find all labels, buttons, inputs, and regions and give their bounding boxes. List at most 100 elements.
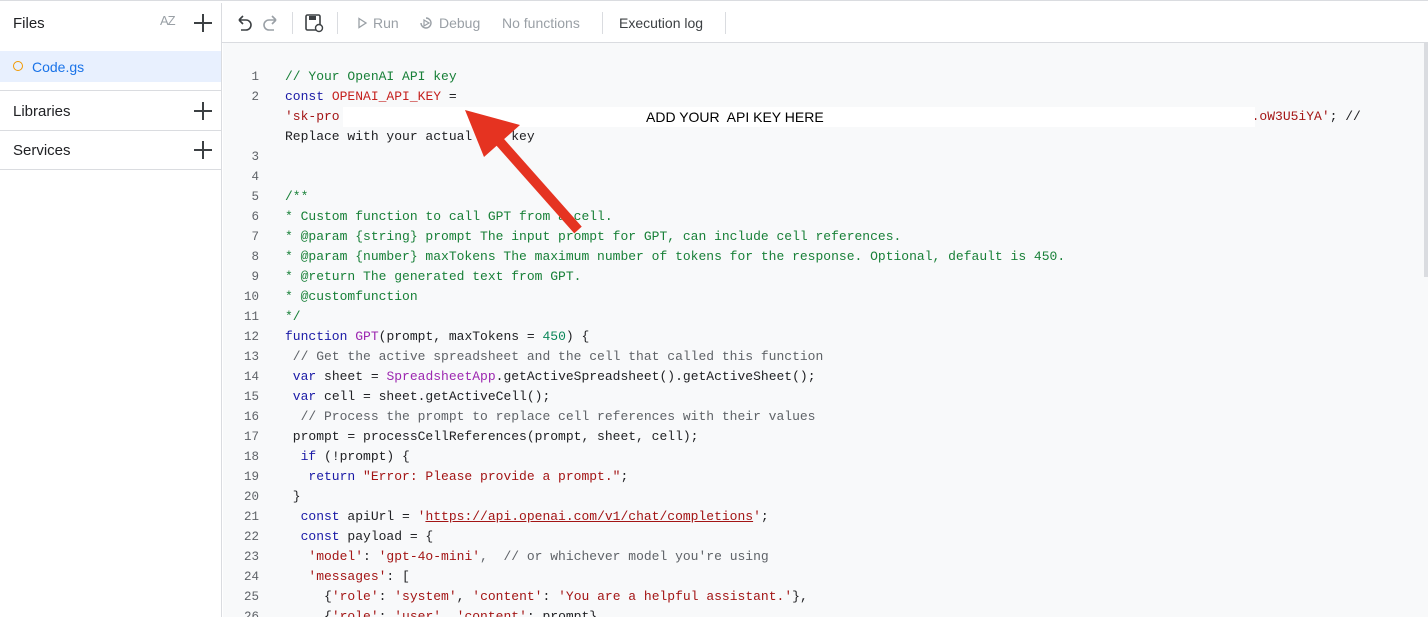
- code-text: 'messages': [: [285, 569, 410, 584]
- services-header: Services: [0, 130, 221, 170]
- sidebar: Files AZ Code.gs Libraries Services: [0, 3, 222, 617]
- files-header: Files AZ: [0, 3, 221, 43]
- code-text: * @param {string} prompt The input promp…: [285, 229, 902, 244]
- code-text: function GPT(prompt, maxTokens = 450) {: [285, 329, 590, 344]
- debug-icon: [420, 16, 432, 29]
- code-editor[interactable]: 1 // Your OpenAI API key 2 const OPENAI_AP…: [223, 43, 1428, 617]
- code-line: 11 */: [223, 307, 1423, 327]
- line-number: 18: [243, 450, 259, 464]
- save-icon[interactable]: [304, 13, 324, 33]
- debug-label: Debug: [439, 14, 481, 31]
- line-number: 17: [243, 430, 259, 444]
- code-line: 13 // Get the active spreadsheet and the…: [223, 347, 1423, 367]
- code-text: const apiUrl = 'https://api.openai.com/v…: [285, 509, 769, 524]
- editor-scrollbar[interactable]: [1424, 43, 1428, 277]
- line-number: 23: [243, 550, 259, 564]
- code-line: 9 * @return The generated text from GPT.: [223, 267, 1423, 287]
- line-number: 2: [251, 90, 259, 104]
- run-label: Run: [373, 14, 399, 31]
- code-text: Replace with your actual API key: [285, 129, 535, 144]
- files-title: Files: [13, 14, 45, 32]
- run-button[interactable]: Run: [356, 3, 399, 42]
- code-line: 23 'model': 'gpt-4o-mini', // or whichev…: [223, 547, 1423, 567]
- code-lines: 1 // Your OpenAI API key 2 const OPENAI_AP…: [223, 67, 1423, 617]
- code-text: const payload = {: [285, 529, 434, 544]
- line-number: 6: [251, 210, 259, 224]
- toolbar-separator: [725, 12, 726, 34]
- line-number: 13: [243, 350, 259, 364]
- add-service-icon[interactable]: [194, 141, 212, 159]
- code-line: 1 // Your OpenAI API key: [223, 67, 1423, 87]
- line-number: 14: [243, 370, 259, 384]
- file-status-icon: [13, 61, 23, 71]
- line-number: 4: [251, 170, 259, 184]
- api-key-mask: ADD YOUR API KEY HERE: [343, 107, 1255, 127]
- code-line: 6 * Custom function to call GPT from a ce…: [223, 207, 1423, 227]
- function-select[interactable]: No functions: [502, 3, 580, 42]
- code-text: 'model': 'gpt-4o-mini', // or whichever …: [285, 549, 769, 564]
- code-text: return "Error: Please provide a prompt."…: [285, 469, 629, 484]
- execution-log-button[interactable]: Execution log: [619, 3, 703, 42]
- line-number: 10: [243, 290, 259, 304]
- debug-button[interactable]: Debug: [418, 3, 480, 42]
- code-line: 7 * @param {string} prompt The input prom…: [223, 227, 1423, 247]
- toolbar-separator: [292, 12, 293, 34]
- add-file-icon[interactable]: [194, 14, 212, 32]
- sidebar-divider: [0, 169, 221, 170]
- code-text: */: [285, 309, 301, 324]
- code-text: const OPENAI_API_KEY =: [285, 89, 457, 104]
- code-line: 8 * @param {number} maxTokens The maximum…: [223, 247, 1423, 267]
- undo-icon[interactable]: [235, 14, 253, 32]
- file-item-code-gs[interactable]: Code.gs: [0, 51, 221, 82]
- line-number: 8: [251, 250, 259, 264]
- code-line: 17 prompt = processCellReferences(prompt…: [223, 427, 1423, 447]
- toolbar-separator: [602, 12, 603, 34]
- sort-az-icon[interactable]: AZ: [160, 13, 182, 33]
- editor-toolbar: Run Debug No functions Execution log: [222, 3, 1428, 43]
- code-line: 5 /**: [223, 187, 1423, 207]
- code-line: 14 var sheet = SpreadsheetApp.getActiveS…: [223, 367, 1423, 387]
- function-select-label: No functions: [502, 14, 580, 31]
- line-number: 22: [243, 530, 259, 544]
- code-line: 18 if (!prompt) {: [223, 447, 1423, 467]
- code-line: 2 const OPENAI_API_KEY =: [223, 87, 1423, 107]
- line-number: 24: [243, 570, 259, 584]
- line-number: 11: [243, 310, 259, 324]
- line-number: 3: [251, 150, 259, 164]
- redo-icon[interactable]: [262, 14, 280, 32]
- line-number: 9: [251, 270, 259, 284]
- code-text: /**: [285, 189, 309, 204]
- code-line: 25 {'role': 'system', 'content': 'You ar…: [223, 587, 1423, 607]
- line-number: 21: [243, 510, 259, 524]
- line-number: 12: [243, 330, 259, 344]
- line-number: 15: [243, 390, 259, 404]
- code-text: var cell = sheet.getActiveCell();: [285, 389, 551, 404]
- code-text: * @customfunction: [285, 289, 418, 304]
- libraries-header: Libraries: [0, 91, 221, 131]
- play-icon: [358, 16, 368, 29]
- code-text: // Process the prompt to replace cell re…: [285, 409, 816, 424]
- execution-log-label: Execution log: [619, 14, 704, 31]
- code-line: 26 {'role': 'user', 'content': prompt},: [223, 607, 1423, 617]
- code-line: 'sk-pro .oW3U5iYA'; //ADD YOUR API KEY HE…: [223, 107, 1423, 127]
- code-line: 22 const payload = {: [223, 527, 1423, 547]
- file-name: Code.gs: [32, 59, 85, 75]
- code-line: 24 'messages': [: [223, 567, 1423, 587]
- code-line: 21 const apiUrl = 'https://api.openai.co…: [223, 507, 1423, 527]
- line-number: 26: [243, 610, 259, 617]
- code-line: 10 * @customfunction: [223, 287, 1423, 307]
- code-text: prompt = processCellReferences(prompt, s…: [285, 429, 699, 444]
- api-url-link: https://api.openai.com/v1/chat/completio…: [425, 509, 754, 524]
- code-line: 19 return "Error: Please provide a promp…: [223, 467, 1423, 487]
- code-text: {'role': 'system', 'content': 'You are a…: [285, 589, 808, 604]
- line-number: 20: [243, 490, 259, 504]
- code-line: 12 function GPT(prompt, maxTokens = 450) …: [223, 327, 1423, 347]
- code-line: 3: [223, 147, 1423, 167]
- add-library-icon[interactable]: [194, 102, 212, 120]
- services-title: Services: [13, 141, 71, 159]
- line-number: 5: [251, 190, 259, 204]
- line-number: 1: [251, 70, 259, 84]
- toolbar-separator: [337, 12, 338, 34]
- code-text: * @param {number} maxTokens The maximum …: [285, 249, 1066, 264]
- code-text: * @return The generated text from GPT.: [285, 269, 582, 284]
